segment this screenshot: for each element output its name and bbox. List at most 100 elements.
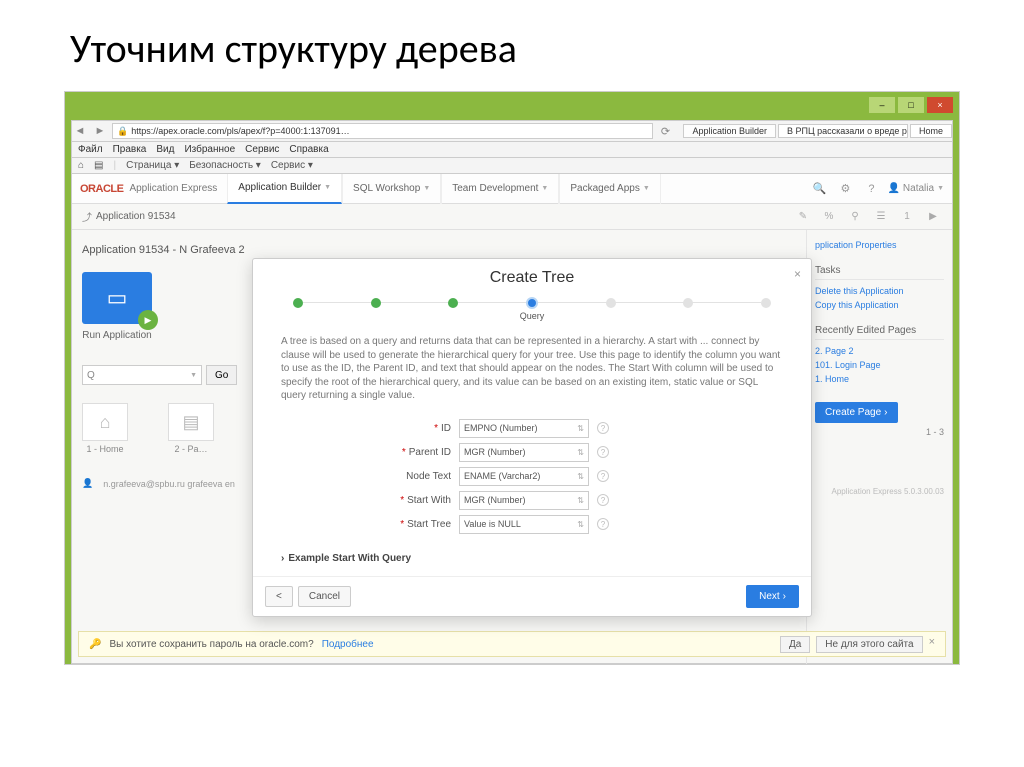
bc-btn4[interactable]: ☰: [872, 211, 890, 222]
select-tree[interactable]: Value is NULL⇅: [459, 515, 589, 534]
step-4-current: [526, 297, 538, 309]
apex-tab-builder[interactable]: Application Builder▼: [227, 174, 342, 204]
save-password-bar: 🔑 Вы хотите сохранить пароль на oracle.c…: [78, 631, 946, 657]
tb-sec[interactable]: Безопасность ▾: [189, 160, 261, 171]
bc-btn2[interactable]: %: [820, 211, 838, 222]
recent-2[interactable]: 101. Login Page: [815, 358, 944, 372]
modal-close-button[interactable]: ×: [794, 267, 801, 281]
save-close-button[interactable]: ×: [929, 636, 935, 653]
bc-btn3[interactable]: ⚲: [846, 211, 864, 222]
feed-icon[interactable]: ▤: [94, 160, 103, 171]
breadcrumb: ⤴ Application 91534 ✎ % ⚲ ☰ 1 ▶: [72, 204, 952, 230]
tile-run[interactable]: ▭▶ Run Application: [82, 272, 152, 341]
help-id-icon[interactable]: ?: [597, 422, 609, 434]
step-7: [761, 298, 771, 308]
user-menu[interactable]: 👤 Natalia ▼: [887, 183, 944, 194]
back-icon[interactable]: ◄: [72, 123, 88, 139]
up-icon[interactable]: ⤴: [82, 209, 92, 224]
help-start-icon[interactable]: ?: [597, 494, 609, 506]
menu-fav[interactable]: Избранное: [184, 144, 235, 155]
back-button[interactable]: <: [265, 586, 293, 607]
window-controls: – □ ×: [869, 97, 953, 113]
step-3: [448, 298, 458, 308]
oracle-logo: ORACLE: [80, 183, 123, 195]
task-copy[interactable]: Copy this Application: [815, 298, 944, 312]
label-id: ID: [441, 423, 451, 434]
bc-btn1[interactable]: ✎: [794, 211, 812, 222]
report-page-icon: ▤: [182, 412, 199, 433]
forward-icon[interactable]: ►: [92, 123, 108, 139]
step-5: [606, 298, 616, 308]
save-yes-button[interactable]: Да: [780, 636, 810, 653]
screenshot: – □ × ◄ ► 🔒 https://apex.oracle.com/pls/…: [64, 91, 960, 665]
minimize-button[interactable]: –: [869, 97, 895, 113]
refresh-icon[interactable]: ⟳: [657, 123, 673, 139]
save-bar-more[interactable]: Подробнее: [322, 639, 374, 650]
tb-serv[interactable]: Сервис ▾: [271, 160, 313, 171]
menu-help[interactable]: Справка: [289, 144, 328, 155]
go-button[interactable]: Go: [206, 365, 237, 385]
page-tile-home[interactable]: ⌂ 1 - Home: [82, 403, 128, 454]
browser-tabs: Application Builder В РПЦ рассказали о в…: [683, 124, 952, 138]
create-tree-dialog: Create Tree × Query A tree is based on a…: [252, 258, 812, 617]
help-parent-icon[interactable]: ?: [597, 446, 609, 458]
avatar-icon: 👤: [887, 183, 899, 194]
bc-btn5[interactable]: 1: [898, 211, 916, 222]
slide-title: Уточним структуру дерева: [0, 0, 1024, 91]
apex-tab-packaged[interactable]: Packaged Apps▼: [559, 174, 660, 204]
select-parent[interactable]: MGR (Number)⇅: [459, 443, 589, 462]
browser-toolbar: ⌂ ▤ | Страница ▾ Безопасность ▾ Сервис ▾: [71, 158, 953, 174]
url-bar[interactable]: 🔒 https://apex.oracle.com/pls/apex/f?p=4…: [112, 123, 653, 139]
recent-3[interactable]: 1. Home: [815, 372, 944, 386]
apex-product: Application Express: [129, 183, 217, 194]
menu-file[interactable]: Файл: [78, 144, 103, 155]
select-text[interactable]: ENAME (Varchar2)⇅: [459, 467, 589, 486]
browser-nav: ◄ ► 🔒 https://apex.oracle.com/pls/apex/f…: [71, 120, 953, 142]
apex-header: ORACLE Application Express Application B…: [72, 174, 952, 204]
breadcrumb-text[interactable]: Application 91534: [96, 211, 176, 222]
label-tree: Start Tree: [407, 519, 451, 530]
select-start[interactable]: MGR (Number)⇅: [459, 491, 589, 510]
app-properties-link[interactable]: pplication Properties: [815, 238, 944, 252]
user-icon: 👤: [82, 478, 93, 489]
tab-home[interactable]: Home: [910, 124, 952, 138]
step-1: [293, 298, 303, 308]
help-tree-icon[interactable]: ?: [597, 518, 609, 530]
search-icon[interactable]: 🔍: [809, 182, 829, 195]
tab-news[interactable]: В РПЦ рассказали о вреде ра…: [778, 124, 908, 138]
page-tile-2[interactable]: ▤ 2 - Pa…: [168, 403, 214, 454]
menu-tools[interactable]: Сервис: [245, 144, 279, 155]
home-page-icon: ⌂: [100, 412, 111, 433]
tab-appbuilder[interactable]: Application Builder: [683, 124, 776, 138]
task-delete[interactable]: Delete this Application: [815, 284, 944, 298]
help-icon[interactable]: ?: [861, 183, 881, 195]
save-no-button[interactable]: Не для этого сайта: [816, 636, 922, 653]
menu-edit[interactable]: Правка: [113, 144, 147, 155]
apex-tab-team[interactable]: Team Development▼: [441, 174, 559, 204]
example-expand[interactable]: › Example Start With Query: [253, 549, 811, 576]
step-6: [683, 298, 693, 308]
modal-title: Create Tree: [490, 269, 574, 286]
settings-icon[interactable]: ⚙: [835, 182, 855, 195]
help-text-icon[interactable]: ?: [597, 470, 609, 482]
select-id[interactable]: EMPNO (Number)⇅: [459, 419, 589, 438]
cancel-button[interactable]: Cancel: [298, 586, 351, 607]
next-button[interactable]: Next›: [746, 585, 799, 608]
step-2: [371, 298, 381, 308]
tasks-head: Tasks: [815, 262, 944, 280]
save-bar-text: Вы хотите сохранить пароль на oracle.com…: [109, 639, 313, 650]
apex-version: Application Express 5.0.3.00.03: [815, 487, 944, 496]
chevron-right-icon: ›: [281, 553, 284, 564]
tb-page[interactable]: Страница ▾: [126, 160, 179, 171]
label-start: Start With: [407, 495, 451, 506]
create-page-button[interactable]: Create Page›: [815, 402, 898, 423]
bc-run[interactable]: ▶: [924, 211, 942, 222]
apex-tab-sql[interactable]: SQL Workshop▼: [342, 174, 441, 204]
menu-view[interactable]: Вид: [156, 144, 174, 155]
label-text: Node Text: [406, 471, 451, 482]
search-input[interactable]: Q ▼: [82, 365, 202, 385]
recent-1[interactable]: 2. Page 2: [815, 344, 944, 358]
home-icon[interactable]: ⌂: [78, 160, 84, 171]
close-button[interactable]: ×: [927, 97, 953, 113]
maximize-button[interactable]: □: [898, 97, 924, 113]
